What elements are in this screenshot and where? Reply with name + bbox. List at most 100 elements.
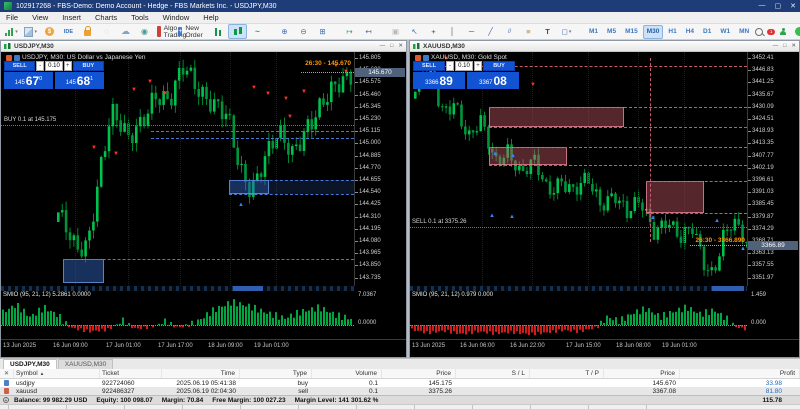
vertical-line-icon: │ (450, 27, 455, 36)
volume-decrease-button[interactable]: - (36, 61, 45, 71)
toolbox-tab-strip[interactable] (0, 404, 800, 409)
close-toolbox-button[interactable]: ✕ (0, 369, 14, 378)
time-axis[interactable]: 13 Jun 2025 16 Jun 09:00 17 Jun 01:00 17… (1, 339, 406, 353)
timeframe-M5[interactable]: M5 (603, 25, 620, 39)
zoom-in-button[interactable]: ⊕ (276, 25, 293, 38)
buy-price[interactable]: 145 68 1 (55, 72, 104, 89)
timeframe-MN[interactable]: MN (735, 25, 753, 39)
sell-price[interactable]: 3366 89 (413, 72, 465, 89)
buy-price[interactable]: 3367 08 (467, 72, 519, 89)
menu-file[interactable]: File (6, 13, 18, 22)
price-tick: 145.575 (355, 79, 381, 86)
column-header-profit[interactable]: Profit (680, 369, 800, 378)
volume-increase-button[interactable]: + (474, 61, 482, 71)
tab-usdjpy[interactable]: USDJPY,M30 (3, 359, 57, 369)
timeframe-H4[interactable]: H4 (682, 25, 698, 39)
buy-signal-arrow-icon: ▲ (489, 213, 495, 219)
volume-input[interactable]: 0.10 (45, 61, 63, 71)
auto-scroll-button[interactable]: ↦ (341, 25, 358, 38)
community-icon[interactable] (779, 27, 787, 36)
column-header-price[interactable]: Price (382, 369, 456, 378)
one-click-trading-widget: SELL - 0.10 + BUY 3366 89 3367 08 (413, 61, 519, 89)
chart-canvas-xauusd[interactable]: XAUUSD, M30: Gold Spot SELL - 0.10 + BUY… (410, 52, 799, 357)
tile-windows-button[interactable]: ⊞ (314, 25, 331, 38)
chart-close-icon[interactable]: ✕ (791, 43, 796, 49)
chart-minimize-icon[interactable]: — (380, 43, 386, 49)
xauusd-price-axis[interactable]: 3452.41 3446.83 3441.25 3435.67 3430.09 3424.… (747, 52, 799, 286)
sell-price[interactable]: 145 67 0 (4, 72, 53, 89)
menu-charts[interactable]: Charts (95, 13, 117, 22)
chart-restore-icon[interactable]: □ (390, 43, 393, 49)
column-header-ticket[interactable]: Ticket (100, 369, 162, 378)
chart-close-icon[interactable]: ✕ (398, 43, 403, 49)
cloud-button[interactable]: ☁ (117, 25, 134, 38)
new-chart-button[interactable]: ▾ (22, 25, 39, 38)
text-tool-button[interactable]: T (539, 25, 556, 38)
time-tick: 17 Jun 01:00 (106, 343, 141, 349)
tab-xauusd[interactable]: XAUUSD,M30 (57, 359, 114, 369)
column-header-volume[interactable]: Volume (312, 369, 382, 378)
column-header-price[interactable]: Price (604, 369, 680, 378)
trendline-tool-button[interactable]: ╱ (482, 25, 499, 38)
column-header-tp[interactable]: T / P (530, 369, 604, 378)
fibonacci-tool-button[interactable]: ≡ (520, 25, 537, 38)
chart-profile-button[interactable]: ▾ (3, 25, 20, 38)
menu-view[interactable]: View (32, 13, 48, 22)
buy-button[interactable]: BUY (72, 61, 104, 71)
close-button[interactable]: ✕ (790, 2, 796, 10)
vps-button[interactable]: ◌ (98, 25, 115, 38)
column-header-time[interactable]: Time (162, 369, 240, 378)
column-header-symbol[interactable]: Symbol ▲ (14, 369, 100, 378)
sell-button[interactable]: SELL (413, 61, 445, 71)
cursor-tool-button[interactable]: ↖ (406, 25, 423, 38)
column-header-sl[interactable]: S / L (456, 369, 530, 378)
chart-minimize-icon[interactable]: — (773, 43, 779, 49)
new-order-button[interactable]: + New Order (178, 25, 203, 39)
menu-help[interactable]: Help (203, 13, 218, 22)
timeframe-D1[interactable]: D1 (699, 25, 715, 39)
candle-chart-mode-button[interactable] (228, 24, 247, 39)
column-header-type[interactable]: Type (240, 369, 312, 378)
chart-canvas-usdjpy[interactable]: USDJPY, M30: US Dollar vs Japanese Yen S… (1, 52, 406, 357)
screenshot-button[interactable]: ▣ (387, 25, 404, 38)
timeframe-M15[interactable]: M15 (621, 25, 642, 39)
usdjpy-price-axis[interactable]: 145.805145.690145.575145.460145.345145.2… (354, 52, 406, 286)
buy-button[interactable]: BUY (483, 61, 515, 71)
web-terminal-button[interactable]: ◉ (136, 25, 153, 38)
connection-toggle[interactable] (795, 27, 800, 36)
metaeditor-button[interactable]: IDE (60, 25, 77, 38)
chart-restore-icon[interactable]: □ (783, 43, 786, 49)
horizontal-level-line (489, 147, 747, 148)
vertical-line-tool-button[interactable]: │ (444, 25, 461, 38)
chart-window-titlebar[interactable]: USDJPY,M30 — □ ✕ (1, 41, 406, 52)
volume-input[interactable]: 0.10 (455, 61, 473, 71)
timeframe-H1[interactable]: H1 (664, 25, 680, 39)
chart-window-titlebar[interactable]: XAUUSD,M30 — □ ✕ (410, 41, 799, 52)
line-chart-mode-button[interactable]: ~ (249, 25, 266, 38)
volume-decrease-button[interactable]: - (446, 61, 454, 71)
sell-button[interactable]: SELL (4, 61, 36, 71)
volume-increase-button[interactable]: + (63, 61, 72, 71)
shapes-tool-button[interactable]: ◻ ▾ (558, 25, 575, 38)
menu-tools[interactable]: Tools (131, 13, 149, 22)
menu-window[interactable]: Window (163, 13, 190, 22)
menu-insert[interactable]: Insert (62, 13, 81, 22)
zoom-out-button[interactable]: ⊖ (295, 25, 312, 38)
position-row[interactable]: usdjpy 922724060 2025.06.19 05:41:38 buy 0.1… (0, 379, 800, 387)
horizontal-line-tool-button[interactable]: ─ (463, 25, 480, 38)
crosshair-tool-button[interactable]: + (425, 25, 442, 38)
time-axis[interactable]: 13 Jun 2025 16 Jun 06:00 16 Jun 22:00 17… (410, 339, 799, 353)
timeframe-M30[interactable]: M30 (642, 24, 664, 39)
search-icon[interactable] (755, 27, 764, 36)
expand-summary-icon[interactable]: + (3, 397, 9, 404)
market-button[interactable]: $ (41, 25, 58, 38)
channel-tool-button[interactable]: // (501, 25, 518, 38)
bar-chart-mode-button[interactable] (209, 25, 226, 38)
minimize-button[interactable]: — (759, 2, 766, 10)
position-row[interactable]: xauusd 922486327 2025.06.19 02:04:30 sell 0.… (0, 387, 800, 395)
timeframe-M1[interactable]: M1 (585, 25, 602, 39)
timeframe-W1[interactable]: W1 (716, 25, 734, 39)
maximize-button[interactable]: ▢ (775, 2, 782, 10)
chart-shift-button[interactable]: ↤ (360, 25, 377, 38)
lock-button[interactable] (79, 25, 96, 38)
